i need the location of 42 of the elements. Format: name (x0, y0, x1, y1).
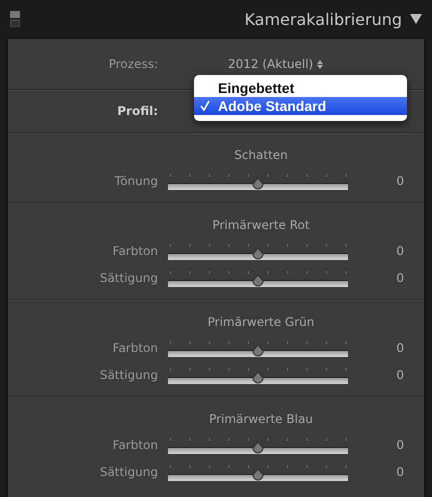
slider-value: 0 (396, 368, 404, 382)
process-dropdown[interactable]: 2012 (Aktuell) (228, 57, 324, 71)
slider-label: Farbton (112, 438, 158, 452)
slider-value: 0 (396, 174, 404, 188)
slider-track[interactable] (168, 338, 348, 356)
slider-track[interactable] (168, 366, 348, 384)
stepper-arrows-icon (317, 60, 324, 68)
slider-label: Sättigung (98, 368, 158, 382)
collapse-triangle-icon[interactable] (410, 14, 422, 24)
slider-value: 0 (396, 270, 404, 284)
profile-label: Profil: (116, 104, 158, 118)
slider-value: 0 (396, 244, 404, 258)
section-title: Primärwerte Grün (208, 315, 314, 329)
slider-value: 0 (396, 438, 404, 452)
menu-item[interactable]: Adobe Standard (194, 97, 407, 115)
slider-label: Sättigung (98, 464, 158, 478)
section-title: Primärwerte Blau (209, 412, 313, 426)
slider-label: Farbton (112, 340, 158, 354)
slider-label: Sättigung (98, 270, 158, 284)
process-label: Prozess: (108, 57, 158, 71)
slider-thumb[interactable] (252, 468, 264, 480)
slider-track[interactable] (168, 436, 348, 454)
checkmark-icon (200, 100, 210, 111)
section-title: Primärwerte Rot (212, 218, 310, 232)
slider-value: 0 (396, 340, 404, 354)
slider-track[interactable] (168, 268, 348, 286)
slider-thumb[interactable] (252, 248, 264, 260)
menu-item[interactable]: Eingebettet (194, 79, 407, 97)
slider-thumb[interactable] (252, 442, 264, 454)
section-title: Schatten (234, 148, 288, 162)
slider-value: 0 (396, 464, 404, 478)
slider-track[interactable] (168, 462, 348, 480)
slider-label: Tönung (113, 174, 158, 188)
slider-thumb[interactable] (252, 344, 264, 356)
panel-switch-icon[interactable] (10, 11, 20, 27)
slider-track[interactable] (168, 242, 348, 260)
slider-track[interactable] (168, 172, 348, 190)
slider-thumb[interactable] (252, 178, 264, 190)
slider-label: Farbton (112, 244, 158, 258)
panel-title: Kamerakalibrierung (244, 10, 402, 28)
slider-thumb[interactable] (252, 372, 264, 384)
slider-thumb[interactable] (252, 274, 264, 286)
